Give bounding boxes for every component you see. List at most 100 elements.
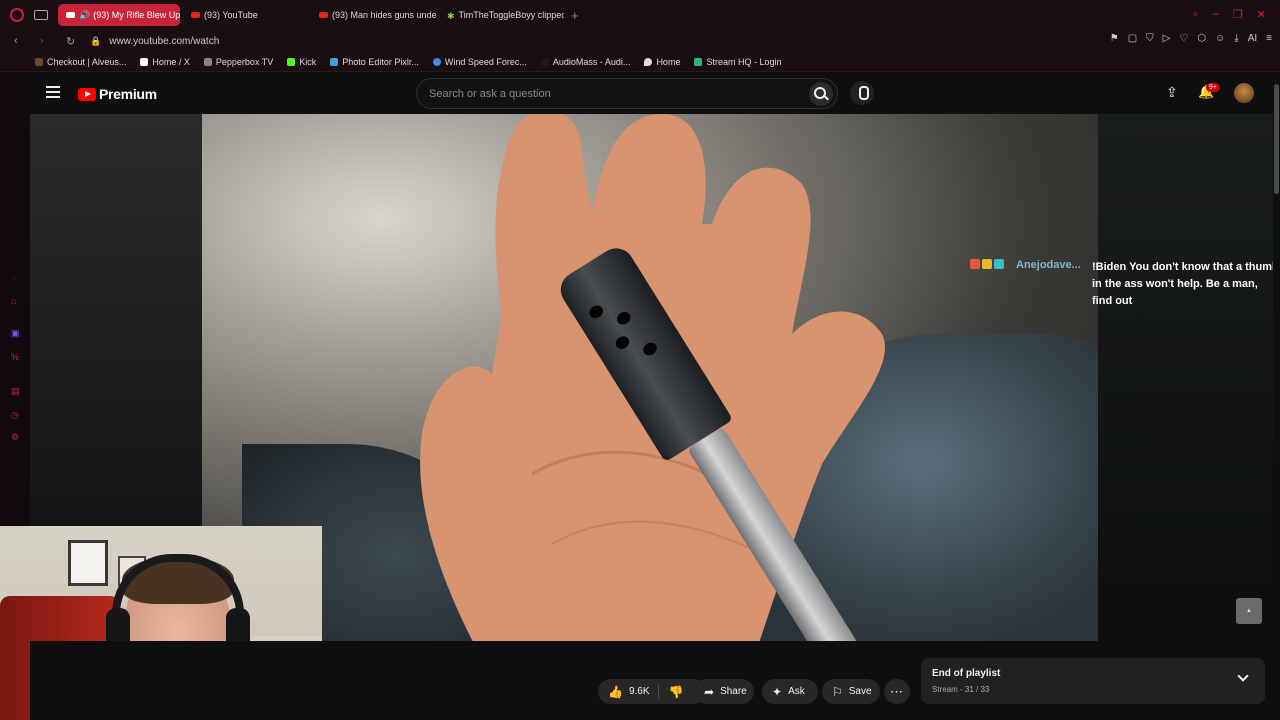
browser-window: 🔊 (93) My Rifle Blew Up i (93) YouTube (…: [0, 0, 1280, 720]
tab-bar: 🔊 (93) My Rifle Blew Up i (93) YouTube (…: [0, 0, 1280, 30]
tab-label: (93) Man hides guns unde: [332, 10, 436, 20]
tab-my-rifle-blew-up[interactable]: 🔊 (93) My Rifle Blew Up i: [58, 4, 180, 26]
address-bar-tools: ⚑ ▢ ⛉ ▷ ♡ ⬡ ☺ ⤓ AI ≡: [1110, 33, 1272, 44]
badge-icon: [970, 259, 980, 269]
crown-badge-icon: [982, 259, 992, 269]
tab-overview-icon[interactable]: [34, 10, 48, 20]
badge-icon: [994, 259, 1004, 269]
kick-logo-icon: [287, 57, 296, 66]
chat-message: !Biden You don't know that a thumb in th…: [1092, 261, 1279, 307]
history-icon[interactable]: ◷: [11, 410, 21, 420]
location-pin-icon: [644, 57, 653, 66]
bookmark-audiomass[interactable]: AudioMass - Audi...: [540, 57, 630, 67]
crypto-wallet-icon[interactable]: ⌂: [11, 296, 21, 306]
address-bar: ‹ › ↻ 🔒 www.youtube.com/watch ⚑ ▢ ⛉ ▷ ♡ …: [0, 30, 1280, 52]
snapshot-icon[interactable]: ▢: [1128, 33, 1137, 44]
save-button[interactable]: ⚐ Save: [822, 679, 880, 704]
bookmarks-bar: Checkout | Alveus... Home / X Pepperbox …: [0, 52, 1280, 72]
tab-label: (93) YouTube: [204, 10, 258, 20]
share-label: Share: [720, 686, 747, 697]
maximize-icon[interactable]: ❐: [1233, 8, 1243, 21]
like-count[interactable]: 9.6K: [629, 686, 650, 697]
search-icon[interactable]: [809, 82, 833, 106]
shield-icon[interactable]: ⛉: [1146, 33, 1154, 44]
playlist-title: End of playlist: [932, 668, 1001, 679]
thumbs-up-icon[interactable]: 👍: [608, 685, 623, 699]
hamburger-menu-icon[interactable]: [46, 86, 60, 98]
play-icon[interactable]: ▷: [1163, 33, 1171, 44]
ai-button[interactable]: AI: [1248, 33, 1257, 44]
channel-watermark-icon[interactable]: ▲: [1236, 598, 1262, 624]
video-ambient-right: [1098, 114, 1273, 641]
bookmark-favicon-icon: [35, 57, 43, 66]
like-dislike-group: 👍 9.6K 👎: [598, 679, 706, 704]
search-input[interactable]: Search or ask a question: [416, 78, 838, 109]
video-player[interactable]: [202, 114, 1098, 641]
settings-icon[interactable]: ⚙: [11, 432, 21, 442]
bookmark-favicon-icon: [540, 57, 549, 66]
percent-icon[interactable]: %: [11, 352, 21, 362]
tab-youtube[interactable]: (93) YouTube: [183, 4, 308, 26]
tab-toggleboyy-clip[interactable]: ✱ TimTheToggleBoyy clipped: [439, 4, 564, 26]
search-tabs-icon[interactable]: ⌕: [1193, 8, 1199, 21]
playlist-panel[interactable]: End of playlist Stream - 31 / 33: [921, 658, 1265, 704]
bookmark-wind-speed[interactable]: Wind Speed Forec...: [432, 57, 527, 67]
brake-port: [640, 340, 660, 358]
avatar[interactable]: [1234, 83, 1254, 103]
thumbs-down-icon[interactable]: 👎: [669, 685, 684, 699]
bookmark-stream-hq[interactable]: Stream HQ - Login: [694, 57, 781, 67]
bookmark-pixlr[interactable]: Photo Editor Pixlr...: [330, 57, 419, 67]
back-icon[interactable]: ‹: [14, 35, 26, 47]
youtube-play-logo-icon: [78, 87, 96, 101]
bookmark-home-x[interactable]: Home / X: [140, 57, 190, 67]
bookmark-home[interactable]: Home: [644, 57, 680, 67]
bookmark-checkout-alveus[interactable]: Checkout | Alveus...: [35, 57, 126, 67]
sparkle-icon: ✦: [772, 684, 783, 699]
youtube-favicon-icon: [191, 12, 200, 18]
download-icon[interactable]: ⤓: [1234, 33, 1238, 44]
tab-man-hides-guns[interactable]: (93) Man hides guns unde: [311, 4, 436, 26]
bookmark-icon[interactable]: ⚑: [1110, 33, 1119, 44]
lock-icon[interactable]: 🔒: [90, 36, 101, 47]
logo-text: Premium: [99, 86, 157, 102]
chevron-down-icon[interactable]: [1237, 670, 1249, 682]
bookmark-pepperbox-tv[interactable]: Pepperbox TV: [203, 57, 273, 67]
youtube-premium-logo[interactable]: Premium: [78, 86, 157, 102]
bookmark-save-icon: ⚐: [832, 684, 843, 699]
bookmarks-panel-icon[interactable]: ▤: [11, 386, 21, 396]
bookmark-kick[interactable]: Kick: [287, 57, 316, 67]
twitch-icon[interactable]: ▣: [11, 328, 21, 338]
extensions-icon[interactable]: ⬡: [1197, 33, 1206, 44]
window-controls: ⌕ – ❐ ✕: [1193, 8, 1266, 21]
speaker-icon[interactable]: 🔊: [79, 10, 90, 21]
tab-label: (93) My Rifle Blew Up i: [93, 10, 180, 20]
pixlr-logo-icon: [330, 57, 339, 66]
brake-port: [614, 309, 633, 328]
video-ambient-left: [30, 114, 202, 526]
url-field[interactable]: www.youtube.com/watch: [109, 36, 219, 47]
easy-setup-icon[interactable]: ≡: [1266, 33, 1272, 44]
brake-port: [613, 333, 632, 352]
scrollbar-thumb[interactable]: [1274, 84, 1279, 194]
page-scrollbar[interactable]: [1273, 72, 1280, 720]
new-tab-icon[interactable]: +: [571, 8, 579, 23]
clip-favicon-icon: ✱: [447, 11, 455, 21]
forward-icon[interactable]: ›: [40, 35, 52, 47]
heart-icon[interactable]: ♡: [1179, 33, 1188, 44]
brake-port: [587, 303, 606, 321]
share-button[interactable]: ➦ Share: [694, 679, 754, 704]
opera-logo-icon[interactable]: [10, 8, 24, 22]
reload-icon[interactable]: ↻: [66, 35, 78, 48]
chat-username: Anejodave...: [1016, 259, 1081, 271]
save-label: Save: [848, 686, 872, 697]
profile-icon[interactable]: ☺: [1215, 33, 1225, 44]
ask-button[interactable]: ✦ Ask: [762, 679, 818, 704]
more-actions-icon[interactable]: ⋯: [884, 679, 910, 704]
upload-icon[interactable]: ⇪: [1166, 85, 1180, 101]
youtube-favicon-icon: [319, 12, 328, 18]
close-icon[interactable]: ✕: [1257, 8, 1266, 21]
playlist-subtitle: Stream - 31 / 33: [932, 685, 990, 694]
microphone-icon[interactable]: [850, 81, 874, 105]
minimize-icon[interactable]: –: [1213, 8, 1219, 21]
aria-icon[interactable]: ◌: [11, 272, 21, 282]
